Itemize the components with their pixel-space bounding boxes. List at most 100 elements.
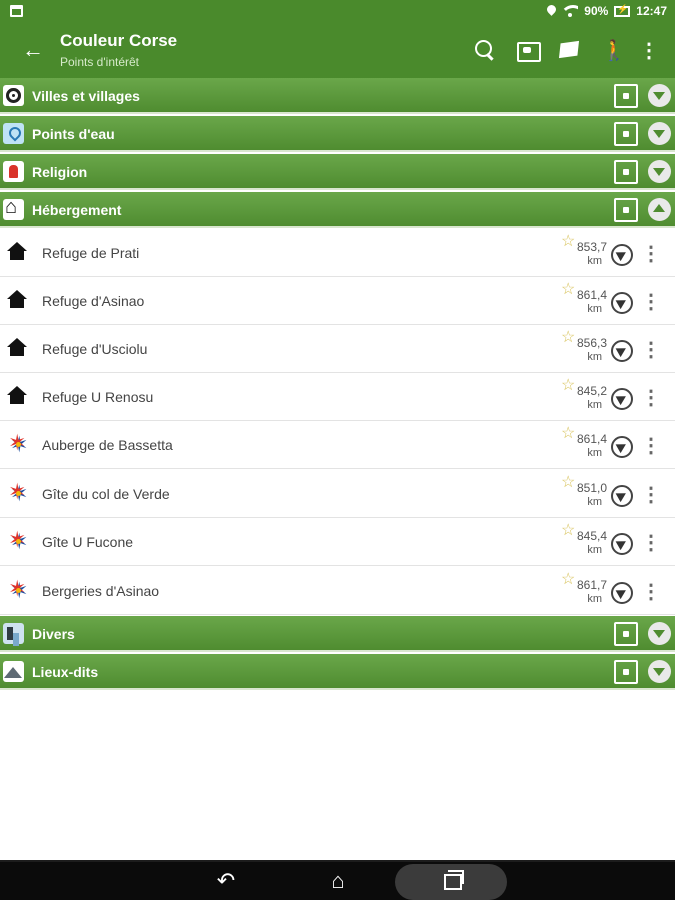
item-distance: 861,7: [576, 578, 607, 592]
clock: 12:47: [636, 4, 667, 18]
item-name: Gîte U Fucone: [42, 534, 134, 550]
item-distance: 845,4: [576, 529, 607, 543]
star-outline-icon[interactable]: ☆: [561, 231, 575, 251]
item-distance: 853,7: [576, 240, 607, 254]
category-header-villes[interactable]: Villes et villages: [0, 78, 675, 114]
more-vert-icon[interactable]: ⋮: [641, 433, 661, 459]
item-name: Refuge U Renosu: [42, 389, 154, 405]
back-icon[interactable]: ↶: [204, 866, 248, 896]
star-outline-icon[interactable]: ☆: [561, 279, 575, 299]
star-outline-icon[interactable]: ☆: [561, 423, 575, 443]
wifi-icon: [562, 5, 579, 17]
list-item[interactable]: Auberge de Bassetta ☆ 861,4 km ⋮: [0, 421, 675, 469]
item-distance-unit: km: [587, 303, 602, 315]
home-icon[interactable]: ⌂: [316, 866, 360, 896]
category-checkbox[interactable]: [614, 122, 638, 146]
chevron-down-icon[interactable]: [648, 622, 671, 645]
more-vert-icon[interactable]: ⋮: [641, 579, 661, 605]
more-vert-icon[interactable]: ⋮: [641, 530, 661, 556]
item-distance: 845,2: [576, 384, 607, 398]
house-icon: [7, 241, 29, 263]
item-name: Refuge d'Usciolu: [42, 341, 148, 357]
category-header-points-eau[interactable]: Points d'eau: [0, 116, 675, 152]
navigate-icon[interactable]: [611, 485, 633, 507]
more-vert-icon[interactable]: ⋮: [641, 337, 661, 363]
item-distance: 856,3: [576, 336, 607, 350]
battery-icon: [614, 4, 631, 17]
category-label: Villes et villages: [32, 88, 140, 104]
recent-apps-icon[interactable]: [429, 866, 473, 896]
navigate-icon[interactable]: [611, 340, 633, 362]
battery-percent: 90%: [584, 4, 609, 18]
item-distance-unit: km: [587, 351, 602, 363]
more-vert-icon[interactable]: ⋮: [641, 241, 661, 267]
item-name: Auberge de Bassetta: [42, 437, 173, 453]
item-name: Refuge de Prati: [42, 245, 140, 261]
chevron-up-icon[interactable]: [648, 198, 671, 221]
list-item[interactable]: Refuge d'Asinao ☆ 861,4 km ⋮: [0, 277, 675, 325]
navigate-icon[interactable]: [611, 388, 633, 410]
arrow-left-icon[interactable]: ←: [20, 37, 46, 63]
item-name: Bergeries d'Asinao: [42, 583, 160, 599]
item-distance-unit: km: [587, 544, 602, 556]
list-item[interactable]: Refuge d'Usciolu ☆ 856,3 km ⋮: [0, 325, 675, 373]
status-bar: 90% 12:47: [0, 0, 675, 24]
chevron-down-icon[interactable]: [648, 160, 671, 183]
category-header-hebergement[interactable]: Hébergement: [0, 192, 675, 228]
item-distance-unit: km: [587, 496, 602, 508]
search-icon[interactable]: [473, 38, 499, 64]
chevron-down-icon[interactable]: [648, 660, 671, 683]
more-vert-icon[interactable]: ⋮: [636, 38, 662, 64]
system-nav-bar: ↶ ⌂: [0, 860, 675, 900]
star-outline-icon[interactable]: ☆: [561, 472, 575, 492]
navigate-icon[interactable]: [611, 292, 633, 314]
category-checkbox[interactable]: [614, 160, 638, 184]
page-subtitle: Points d'intérêt: [60, 55, 140, 69]
star-outline-icon[interactable]: ☆: [561, 520, 575, 540]
item-distance: 861,4: [576, 288, 607, 302]
navigate-icon[interactable]: [611, 244, 633, 266]
item-distance-unit: km: [587, 593, 602, 605]
category-label: Lieux-dits: [32, 664, 99, 680]
more-vert-icon[interactable]: ⋮: [641, 482, 661, 508]
list-item[interactable]: Bergeries d'Asinao ☆ 861,7 km ⋮: [0, 567, 675, 615]
hiker-icon[interactable]: 🚶: [601, 38, 627, 64]
item-distance: 851,0: [576, 481, 607, 495]
star-outline-icon[interactable]: ☆: [561, 327, 575, 347]
list-item[interactable]: Refuge U Renosu ☆ 845,2 km ⋮: [0, 373, 675, 421]
item-distance-unit: km: [587, 399, 602, 411]
category-checkbox[interactable]: [614, 660, 638, 684]
list-item[interactable]: Refuge de Prati ☆ 853,7 km ⋮: [0, 229, 675, 277]
map-icon[interactable]: [558, 38, 584, 64]
item-distance-unit: km: [587, 447, 602, 459]
star-outline-icon[interactable]: ☆: [561, 569, 575, 589]
list-item[interactable]: Gîte du col de Verde ☆ 851,0 km ⋮: [0, 470, 675, 518]
chevron-down-icon[interactable]: [648, 84, 671, 107]
more-vert-icon[interactable]: ⋮: [641, 289, 661, 315]
star-logo-icon: [7, 527, 29, 553]
more-vert-icon[interactable]: ⋮: [641, 385, 661, 411]
category-label: Points d'eau: [32, 126, 115, 142]
list-item[interactable]: Gîte U Fucone ☆ 845,4 km ⋮: [0, 518, 675, 566]
page-title: Couleur Corse: [60, 31, 178, 50]
divers-icon: [3, 623, 24, 644]
navigate-icon[interactable]: [611, 533, 633, 555]
navigate-icon[interactable]: [611, 436, 633, 458]
map-view-icon[interactable]: [516, 38, 542, 64]
category-checkbox[interactable]: [614, 622, 638, 646]
item-name: Gîte du col de Verde: [42, 486, 170, 502]
category-header-religion[interactable]: Religion: [0, 154, 675, 190]
chevron-down-icon[interactable]: [648, 122, 671, 145]
star-outline-icon[interactable]: ☆: [561, 375, 575, 395]
category-header-lieux-dits[interactable]: Lieux-dits: [0, 654, 675, 690]
navigate-icon[interactable]: [611, 582, 633, 604]
category-checkbox[interactable]: [614, 198, 638, 222]
category-header-divers[interactable]: Divers: [0, 616, 675, 652]
church-icon: [3, 161, 24, 182]
water-drop-icon: [3, 123, 24, 144]
house-icon: [7, 385, 29, 407]
house-icon: [7, 289, 29, 311]
house-icon: [3, 196, 24, 220]
category-checkbox[interactable]: [614, 84, 638, 108]
item-distance-unit: km: [587, 255, 602, 267]
